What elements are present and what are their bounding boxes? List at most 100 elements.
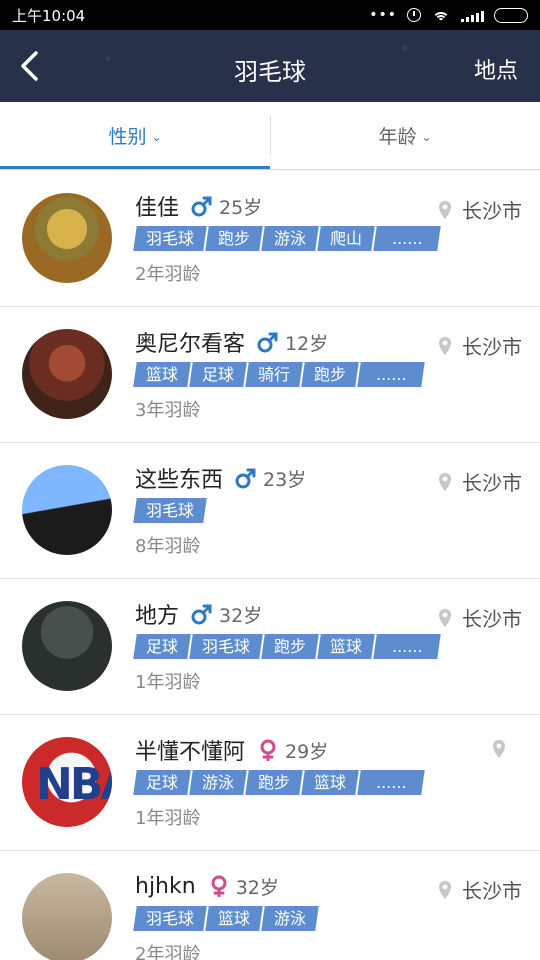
interest-tag-label: 篮球 bbox=[218, 909, 251, 928]
interest-tag-label: ...... bbox=[391, 229, 423, 248]
user-location: 长沙市 bbox=[438, 875, 522, 904]
interest-tag-label: 篮球 bbox=[314, 773, 347, 792]
interest-tag: 跑步 bbox=[205, 226, 263, 251]
male-icon bbox=[191, 195, 213, 217]
page-title: 羽毛球 bbox=[234, 58, 306, 86]
user-name-line: 奥尼尔看客 12岁 bbox=[135, 327, 328, 357]
user-list-item[interactable]: hjhkn 32岁 长沙市 羽毛球 篮球 游泳 2年羽龄 bbox=[0, 851, 540, 960]
interest-tags: 羽毛球 bbox=[133, 498, 207, 523]
more-interests-tag: ...... bbox=[373, 634, 441, 659]
user-city: 长沙市 bbox=[462, 879, 522, 903]
user-name-line: 地方 32岁 bbox=[135, 599, 262, 629]
more-interests-tag: ...... bbox=[373, 226, 441, 251]
interest-tag: 足球 bbox=[133, 770, 191, 795]
user-city: 长沙市 bbox=[462, 335, 522, 359]
user-location: 长沙市 bbox=[438, 467, 522, 496]
more-dots-icon: ••• bbox=[369, 7, 397, 23]
user-city: 长沙市 bbox=[462, 471, 522, 495]
interest-tag-label: 游泳 bbox=[202, 773, 235, 792]
user-name: 佳佳 bbox=[135, 196, 180, 221]
user-list-item[interactable]: 地方 32岁 长沙市 足球 羽毛球 跑步 篮球 ...... 1年羽龄 bbox=[0, 579, 540, 715]
nba-logo: NBA bbox=[36, 759, 112, 810]
interest-tag-label: 跑步 bbox=[218, 229, 251, 248]
interest-tag-label: ...... bbox=[375, 365, 407, 384]
gender-filter-label: 性别 bbox=[108, 126, 147, 148]
interest-tag: 跑步 bbox=[301, 362, 359, 387]
filter-tabs: 性别 ⌄ 年龄 ⌄ bbox=[0, 102, 540, 170]
location-pin-icon bbox=[438, 472, 452, 492]
interest-tag-label: 跑步 bbox=[274, 637, 307, 656]
user-age: 12岁 bbox=[285, 332, 329, 355]
interest-tag-label: 跑步 bbox=[314, 365, 347, 384]
more-interests-tag: ...... bbox=[357, 770, 425, 795]
user-city: 长沙市 bbox=[462, 607, 522, 631]
male-icon bbox=[257, 331, 279, 353]
interest-tag-label: 篮球 bbox=[146, 365, 179, 384]
user-list-item[interactable]: 佳佳 25岁 长沙市 羽毛球 跑步 游泳 爬山 ...... 2年羽龄 bbox=[0, 171, 540, 307]
user-list-item[interactable]: NBA 半懂不懂阿 29岁 足球 游泳 跑步 篮球 ...... 1年羽龄 bbox=[0, 715, 540, 851]
interest-tag: 游泳 bbox=[261, 226, 319, 251]
user-age: 29岁 bbox=[285, 740, 329, 763]
interest-tag: 篮球 bbox=[205, 906, 263, 931]
interest-tag: 篮球 bbox=[317, 634, 375, 659]
male-icon bbox=[191, 603, 213, 625]
user-name: hjhkn bbox=[135, 873, 196, 899]
interest-tag: 跑步 bbox=[245, 770, 303, 795]
location-pin-icon bbox=[438, 880, 452, 900]
interest-tags: 足球 游泳 跑步 篮球 ...... bbox=[133, 770, 425, 795]
age-filter-label: 年龄 bbox=[378, 126, 417, 148]
status-time: 上午10:04 bbox=[12, 6, 86, 25]
interest-tag: 篮球 bbox=[301, 770, 359, 795]
user-avatar: NBA bbox=[22, 737, 112, 827]
interest-tag-label: 骑行 bbox=[258, 365, 291, 384]
interest-tag-label: 游泳 bbox=[274, 909, 307, 928]
interest-tag-label: 篮球 bbox=[330, 637, 363, 656]
interest-tag-label: ...... bbox=[391, 637, 423, 656]
interest-tag-label: 足球 bbox=[146, 637, 179, 656]
user-name-line: 这些东西 23岁 bbox=[135, 463, 306, 493]
user-avatar bbox=[22, 193, 112, 283]
user-avatar bbox=[22, 465, 112, 555]
interest-tag-label: 羽毛球 bbox=[146, 501, 195, 520]
chevron-down-icon: ⌄ bbox=[151, 129, 162, 144]
interest-tag-label: 羽毛球 bbox=[146, 909, 195, 928]
user-age: 23岁 bbox=[263, 468, 307, 491]
status-bar: 上午10:04 ••• bbox=[0, 0, 540, 30]
interest-tag-label: 跑步 bbox=[258, 773, 291, 792]
user-list-item[interactable]: 这些东西 23岁 长沙市 羽毛球 8年羽龄 bbox=[0, 443, 540, 579]
status-icons: ••• bbox=[369, 7, 528, 23]
user-name: 半懂不懂阿 bbox=[135, 740, 246, 765]
signal-icon bbox=[461, 9, 484, 22]
female-icon bbox=[208, 875, 230, 897]
wifi-icon bbox=[431, 8, 451, 22]
user-list-item[interactable]: 奥尼尔看客 12岁 长沙市 篮球 足球 骑行 跑步 ...... 3年羽龄 bbox=[0, 307, 540, 443]
user-location: 长沙市 bbox=[438, 603, 522, 632]
gender-filter-tab[interactable]: 性别 ⌄ bbox=[0, 102, 270, 169]
user-name: 地方 bbox=[135, 604, 180, 629]
user-avatar bbox=[22, 873, 112, 960]
user-location: 长沙市 bbox=[438, 195, 522, 224]
location-button[interactable]: 地点 bbox=[474, 53, 518, 85]
interest-tag: 羽毛球 bbox=[133, 498, 207, 523]
location-pin-icon bbox=[438, 608, 452, 628]
user-location bbox=[492, 739, 516, 759]
user-name: 奥尼尔看客 bbox=[135, 332, 246, 357]
user-city: 长沙市 bbox=[462, 199, 522, 223]
user-experience: 3年羽龄 bbox=[135, 400, 201, 421]
interest-tag-label: 游泳 bbox=[274, 229, 307, 248]
alarm-icon bbox=[407, 8, 421, 22]
location-pin-icon bbox=[438, 200, 452, 220]
interest-tag-label: ...... bbox=[375, 773, 407, 792]
age-filter-tab[interactable]: 年龄 ⌄ bbox=[270, 102, 540, 169]
female-icon bbox=[257, 739, 279, 761]
user-experience: 8年羽龄 bbox=[135, 536, 201, 557]
interest-tags: 足球 羽毛球 跑步 篮球 ...... bbox=[133, 634, 441, 659]
user-age: 25岁 bbox=[219, 196, 263, 219]
user-experience: 2年羽龄 bbox=[135, 944, 201, 960]
user-name: 这些东西 bbox=[135, 468, 224, 493]
battery-icon bbox=[494, 7, 528, 23]
interest-tag: 爬山 bbox=[317, 226, 375, 251]
user-age: 32岁 bbox=[219, 604, 263, 627]
user-list: 佳佳 25岁 长沙市 羽毛球 跑步 游泳 爬山 ...... 2年羽龄 奥尼尔看… bbox=[0, 171, 540, 960]
user-avatar bbox=[22, 601, 112, 691]
